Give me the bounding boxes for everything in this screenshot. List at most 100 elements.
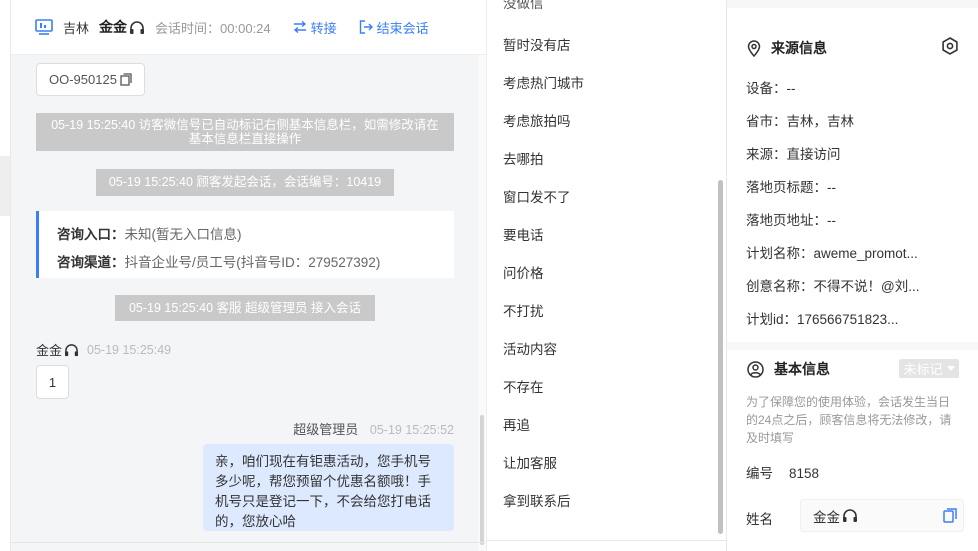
customer-number-row: 编号 8158 — [746, 462, 819, 482]
basic-info-title: 基本信息 — [747, 359, 830, 379]
quick-reply-item[interactable]: 不打扰 — [503, 300, 544, 320]
agent-message-bubble: 1 — [36, 365, 69, 399]
quick-reply-item[interactable]: 再追 — [503, 414, 530, 434]
transfer-button[interactable]: 转接 — [293, 18, 337, 37]
quick-reply-item[interactable]: 让加客服 — [503, 452, 557, 472]
top-separator — [727, 0, 978, 8]
name-field[interactable]: 金金 — [800, 499, 964, 532]
source-info-title-text: 来源信息 — [771, 40, 827, 56]
end-session-label: 结束会话 — [376, 20, 429, 36]
field-value: -- — [827, 180, 836, 195]
chat-messages[interactable]: OO-950125 05-19 15:25:40 访客微信号已自动标记右侧基本信… — [11, 55, 481, 551]
message-time: 05-19 15:25:49 — [87, 342, 172, 357]
section-separator — [727, 342, 978, 350]
order-code: OO-950125 — [49, 72, 117, 87]
sender-name: 金金 — [36, 343, 63, 358]
chat-header: 吉林 金金 会话时间：00:00:24 转接 结束会话 — [11, 0, 486, 55]
system-message: 05-19 15:25:40 访客微信号已自动标记右侧基本信息栏，如需修改请在基… — [36, 113, 454, 151]
entry-row: 咨询入口：未知(暂无入口信息) — [57, 221, 436, 249]
headset-icon — [130, 20, 145, 34]
channel-label: 咨询渠道： — [57, 255, 125, 270]
field-label: 省市： — [746, 114, 787, 129]
source-field-source: 来源：直接访问 — [746, 143, 841, 163]
number-label: 编号 — [746, 466, 773, 481]
entry-value: 未知(暂无入口信息) — [124, 227, 242, 242]
field-value: 吉林，吉林 — [786, 114, 855, 129]
system-message: 05-19 15:25:40 顾客发起会话，会话编号：10419 — [96, 169, 394, 196]
field-label: 计划名称： — [746, 246, 814, 261]
chevron-down-icon — [946, 366, 955, 371]
copy-icon[interactable] — [120, 73, 132, 86]
settings-icon[interactable] — [941, 37, 959, 58]
headset-icon — [843, 509, 857, 522]
quick-reply-item[interactable]: 拿到联系后 — [503, 490, 571, 510]
tag-select-value: 未标记 — [903, 362, 943, 377]
quick-reply-item[interactable]: 没做信 — [503, 0, 544, 12]
session-timer: 会话时间：00:00:24 — [155, 18, 271, 37]
basic-info-title-text: 基本信息 — [774, 361, 830, 377]
channel-value: 抖音企业号/员工号(抖音号ID：279527392) — [124, 255, 381, 270]
source-field-creative-name: 创意名称：不得不说！@刘... — [746, 275, 919, 295]
field-value: 不得不说！@刘... — [813, 279, 920, 294]
info-panel: 来源信息 设备：-- 省市：吉林，吉林 来源：直接访问 落地页标题：-- 落地页… — [727, 0, 978, 551]
number-value: 8158 — [789, 466, 820, 481]
edit-notice: 为了保障您的使用体验，会话发生当日的24点之后，顾客信息将无法修改，请及时填写 — [746, 395, 952, 445]
quick-reply-item[interactable]: 问价格 — [503, 262, 544, 282]
field-value: -- — [827, 213, 836, 228]
session-time-value: 00:00:24 — [220, 20, 271, 36]
agent-name: 金金 — [99, 17, 145, 37]
entry-label: 咨询入口： — [57, 227, 125, 242]
location-pin-icon — [747, 39, 761, 57]
field-label: 落地页标题： — [746, 180, 827, 195]
quick-reply-item[interactable]: 不存在 — [503, 376, 544, 396]
end-session-button[interactable]: 结束会话 — [359, 18, 429, 37]
field-label: 设备： — [746, 81, 787, 96]
source-field-province: 省市：吉林，吉林 — [746, 110, 854, 130]
field-value: -- — [786, 81, 796, 96]
source-field-plan-id: 计划id：176566751823... — [746, 308, 898, 328]
copy-icon[interactable] — [943, 508, 957, 526]
headset-icon — [64, 343, 79, 356]
quick-reply-panel: 没做信 暂时没有店 考虑热门城市 考虑旅拍吗 去哪拍 窗口发不了 要电话 问价格… — [486, 0, 728, 551]
tag-select[interactable]: 未标记 — [899, 359, 959, 378]
admin-message-header: 超级管理员 05-19 15:25:52 — [293, 419, 454, 438]
quick-reply-item[interactable]: 考虑热门城市 — [503, 72, 584, 92]
name-label: 姓名 — [746, 512, 773, 527]
quick-reply-bottom-divider — [487, 540, 728, 541]
field-label: 来源： — [746, 147, 787, 162]
order-code-bubble: OO-950125 — [36, 63, 145, 96]
channel-row: 咨询渠道：抖音企业号/员工号(抖音号ID：279527392) — [57, 249, 436, 277]
name-field-value: 金金 — [813, 509, 840, 525]
field-value: 176566751823... — [797, 312, 899, 327]
quick-reply-item[interactable]: 要电话 — [503, 224, 544, 244]
source-field-landing-title: 落地页标题：-- — [746, 176, 836, 196]
message-time: 05-19 15:25:52 — [369, 423, 454, 437]
chat-scrollbar[interactable] — [478, 55, 486, 551]
quick-reply-item[interactable]: 考虑旅拍吗 — [503, 110, 571, 130]
exit-icon — [359, 20, 373, 34]
left-edge-strip — [0, 0, 11, 551]
quick-reply-item[interactable]: 去哪拍 — [503, 148, 544, 168]
agent-message-header: 金金 05-19 15:25:49 — [36, 340, 171, 359]
source-info-title: 来源信息 — [747, 38, 827, 58]
quick-reply-scrollbar[interactable] — [718, 180, 723, 534]
field-label: 计划id： — [746, 312, 798, 327]
admin-message-bubble: 亲，咱们现在有钜惠活动，您手机号多少呢，帮您预留个优惠名额哦！手机号只是登记一下… — [203, 444, 454, 531]
source-field-device: 设备：-- — [746, 77, 796, 97]
quick-reply-item[interactable]: 活动内容 — [503, 338, 557, 358]
collapsed-tab[interactable] — [0, 156, 10, 216]
entry-info-card: 咨询入口：未知(暂无入口信息) 咨询渠道：抖音企业号/员工号(抖音号ID：279… — [36, 211, 454, 278]
sender-name: 超级管理员 — [293, 422, 359, 437]
transfer-icon — [293, 21, 306, 33]
composer-divider — [11, 542, 486, 543]
transfer-label: 转接 — [310, 20, 337, 36]
chat-panel: 吉林 金金 会话时间：00:00:24 转接 结束会话 OO-950125 05… — [11, 0, 486, 551]
chat-scroll-thumb[interactable] — [480, 415, 484, 545]
quick-reply-item[interactable]: 窗口发不了 — [503, 186, 571, 206]
field-value: 直接访问 — [786, 147, 841, 162]
quick-reply-item[interactable]: 暂时没有店 — [503, 34, 571, 54]
field-label: 落地页地址： — [746, 213, 827, 228]
field-label: 创意名称： — [746, 279, 814, 294]
monitor-icon — [35, 19, 53, 35]
session-time-label: 会话时间： — [155, 20, 221, 36]
